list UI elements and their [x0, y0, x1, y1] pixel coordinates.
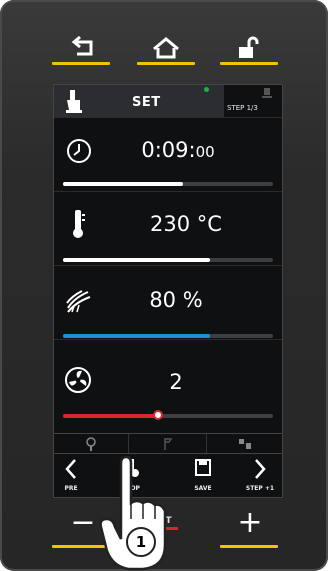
- time-seconds: 00: [195, 143, 215, 161]
- step-icon: [262, 88, 272, 98]
- back-button-indicator: [52, 62, 110, 65]
- save-label: SAVE: [194, 485, 212, 492]
- chevron-right-icon: [255, 459, 266, 479]
- temperature-value: 230 °C: [150, 212, 222, 236]
- lock-button-indicator: [220, 62, 278, 65]
- tab-probe[interactable]: [54, 434, 128, 454]
- home-icon: [153, 37, 179, 59]
- flag-icon: [163, 438, 172, 450]
- set-header[interactable]: SET: [54, 85, 224, 117]
- time-value: 0:09:00: [54, 138, 292, 162]
- multilevel-icon: [238, 439, 251, 449]
- step-label: STEP 1/3: [227, 104, 258, 112]
- minus-glyph: −: [70, 505, 96, 540]
- pre-button[interactable]: PRE: [56, 456, 86, 496]
- time-slider[interactable]: [63, 182, 273, 186]
- temperature-slider-fill: [63, 258, 210, 262]
- status-indicator: [204, 87, 209, 92]
- fan-speed-slider[interactable]: [63, 410, 273, 420]
- humidity-value: 80 %: [149, 288, 203, 312]
- humidity-slider[interactable]: [63, 334, 273, 338]
- pre-label: PRE: [64, 485, 78, 492]
- step-next-button[interactable]: STEP +1: [240, 456, 280, 496]
- step-callout-badge: 1: [126, 527, 156, 557]
- fan-speed-slider-fill: [63, 414, 158, 418]
- display-screen: SET STEP 1/3 0:09:00 230 °C 80 % 2 PRE S…: [53, 84, 283, 498]
- tab-multilevel[interactable]: [206, 434, 282, 454]
- tab-settings[interactable]: [128, 434, 206, 454]
- probe-icon: [86, 437, 96, 451]
- save-button[interactable]: SAVE: [188, 456, 218, 496]
- plus-button-indicator: [220, 545, 278, 548]
- screen-header: SET STEP 1/3: [54, 85, 282, 117]
- time-main: 0:09:: [141, 138, 196, 162]
- chef-hand-icon: [66, 90, 82, 113]
- step-next-label: STEP +1: [245, 485, 275, 492]
- set-label: SET: [132, 95, 161, 110]
- chevron-left-icon: [65, 459, 76, 479]
- temperature-row[interactable]: 230 °C: [54, 191, 282, 266]
- plus-button[interactable]: +: [222, 508, 278, 542]
- step-indicator[interactable]: STEP 1/3: [224, 85, 282, 117]
- time-slider-fill: [63, 182, 183, 186]
- humidity-slider-fill: [63, 334, 210, 338]
- function-tabs: [54, 433, 282, 454]
- temperature-slider[interactable]: [63, 258, 273, 262]
- back-arrow-icon: [71, 36, 93, 56]
- home-button-indicator: [137, 62, 195, 65]
- fan-speed-slider-handle[interactable]: [152, 410, 163, 420]
- humidity-row[interactable]: 80 %: [54, 265, 282, 340]
- time-row[interactable]: 0:09:00: [54, 117, 282, 192]
- save-icon: [195, 459, 211, 476]
- oven-control-panel: SET STEP 1/3 0:09:00 230 °C 80 % 2 PRE S…: [0, 0, 328, 571]
- fan-speed-row[interactable]: 2: [54, 339, 282, 434]
- plus-glyph: +: [237, 505, 263, 540]
- fan-speed-value: 2: [169, 370, 183, 394]
- unlock-icon: [239, 36, 259, 58]
